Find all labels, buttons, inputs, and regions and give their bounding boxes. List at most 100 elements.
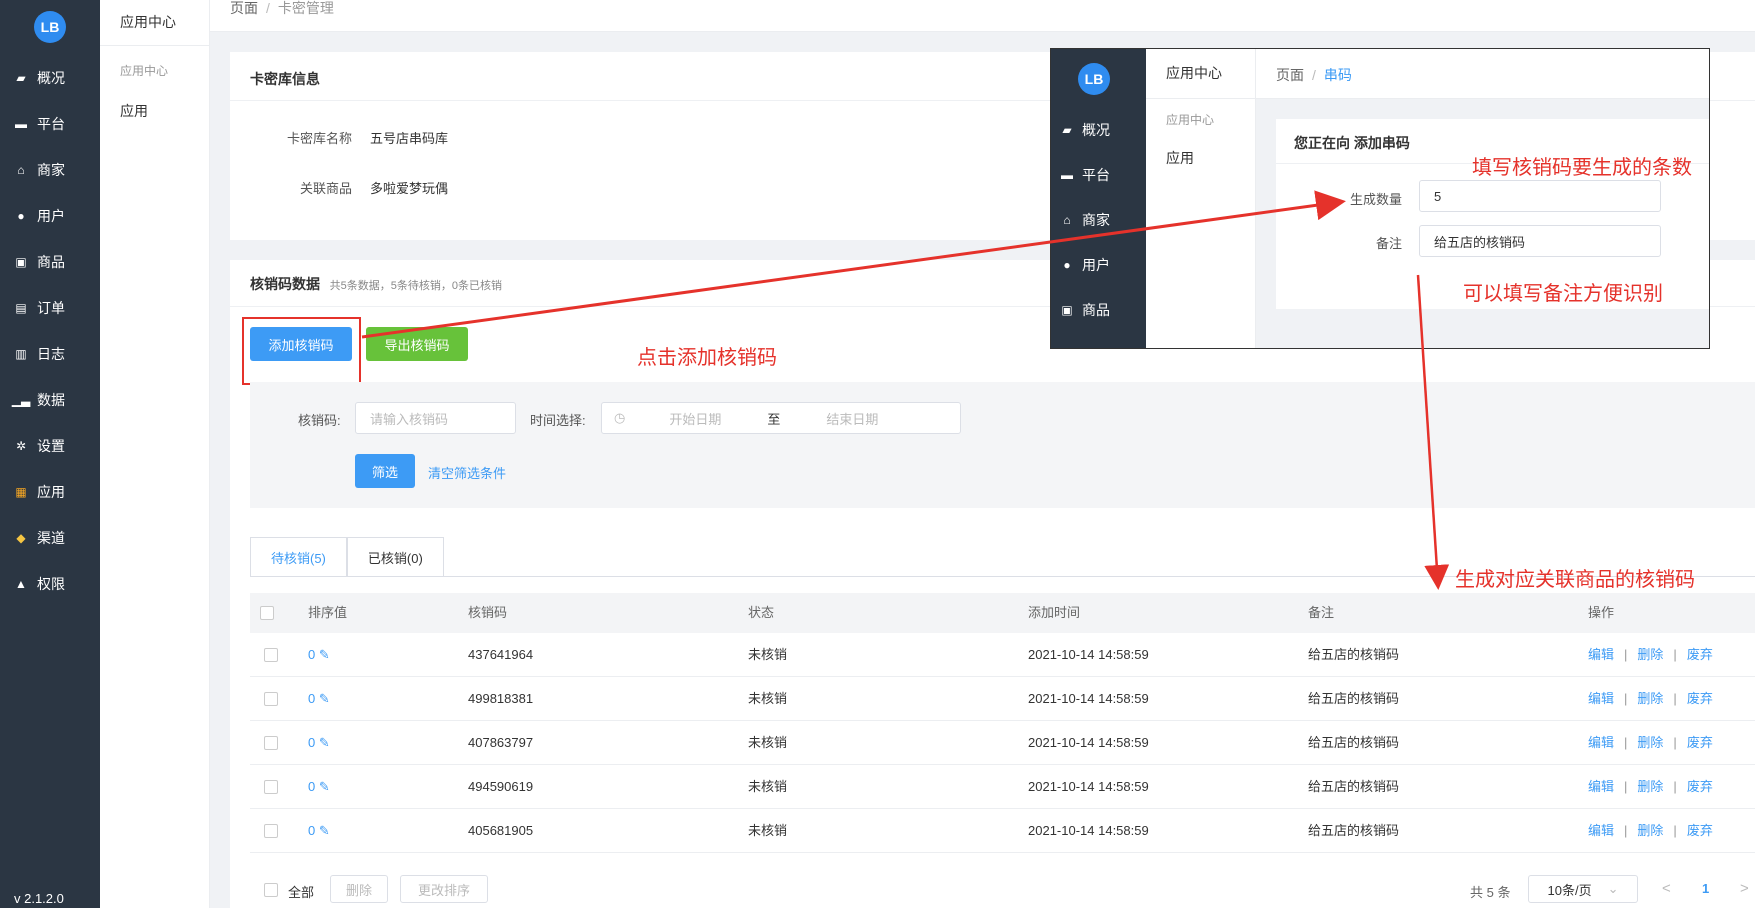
status-cell: 未核销 bbox=[748, 823, 788, 838]
qty-input[interactable]: 5 bbox=[1419, 180, 1661, 212]
annotation-click-add: 点击添加核销码 bbox=[637, 347, 777, 369]
annotation-generate: 生成对应关联商品的核销码 bbox=[1455, 569, 1695, 591]
inset-nav-item[interactable]: ▰ 概况 bbox=[1051, 107, 1146, 152]
sort-value[interactable]: 0 ✎ bbox=[308, 633, 330, 677]
sort-value[interactable]: 0 ✎ bbox=[308, 765, 330, 809]
table-row: 0 ✎ 437641964 未核销 2021-10-14 14:58:59 给五… bbox=[250, 633, 1755, 677]
library-name-value: 五号店串码库 bbox=[370, 131, 449, 146]
export-code-button[interactable]: 导出核销码 bbox=[366, 327, 468, 361]
row-actions: 编辑 | 删除 | 废弃 bbox=[1588, 823, 1713, 838]
code-filter-input[interactable]: 请输入核销码 bbox=[355, 402, 516, 434]
time-cell: 2021-10-14 14:58:59 bbox=[1028, 647, 1149, 662]
nav-item-channel[interactable]: ◆ 渠道 bbox=[0, 515, 100, 561]
row-checkbox[interactable] bbox=[264, 692, 278, 706]
delete-link[interactable]: 删除 bbox=[1637, 647, 1663, 662]
discard-link[interactable]: 废弃 bbox=[1687, 735, 1713, 750]
note-cell: 给五店的核销码 bbox=[1308, 779, 1400, 794]
select-all-checkbox[interactable] bbox=[260, 606, 274, 620]
note-input[interactable]: 给五店的核销码 bbox=[1419, 225, 1661, 257]
discard-link[interactable]: 废弃 bbox=[1687, 823, 1713, 838]
row-checkbox[interactable] bbox=[264, 736, 278, 750]
store-icon: ⌂ bbox=[17, 163, 25, 177]
nav-item-order[interactable]: ▤ 订单 bbox=[0, 285, 100, 331]
code-cell: 499818381 bbox=[468, 691, 534, 706]
nav-item-platform[interactable]: ▬ 平台 bbox=[0, 101, 100, 147]
qty-label: 生成数量 bbox=[1350, 192, 1403, 207]
inset-nav-item[interactable]: ● 用户 bbox=[1051, 242, 1146, 287]
edit-link[interactable]: 编辑 bbox=[1588, 691, 1614, 706]
date-range-input[interactable]: ◷ 开始日期 至 结束日期 bbox=[601, 402, 961, 434]
tab-used[interactable]: 已核销(0) bbox=[346, 537, 444, 577]
data-card-title: 核销码数据 bbox=[250, 276, 320, 292]
nav-item-merchant[interactable]: ⌂ 商家 bbox=[0, 147, 100, 193]
table-row: 0 ✎ 499818381 未核销 2021-10-14 14:58:59 给五… bbox=[250, 677, 1755, 721]
sort-value[interactable]: 0 ✎ bbox=[308, 809, 330, 853]
main-sidebar: LB ▰ 概况 ▬ 平台 ⌂ 商家 ● 用户 ▣ 商品 ▤ 订单 ▥ 日志 ▁▃ 数据 ✲ 设置 … bbox=[0, 0, 100, 908]
nav-item-overview[interactable]: ▰ 概况 bbox=[0, 55, 100, 101]
product-icon: ▣ bbox=[1061, 302, 1073, 317]
row-actions: 编辑 | 删除 | 废弃 bbox=[1588, 735, 1713, 750]
inset-sub-title: 应用中心 bbox=[1146, 49, 1255, 99]
discard-link[interactable]: 废弃 bbox=[1687, 691, 1713, 706]
footer-select-all-checkbox[interactable] bbox=[264, 883, 278, 897]
nav-item-permission[interactable]: ▲ 权限 bbox=[0, 561, 100, 607]
current-page[interactable]: 1 bbox=[1702, 881, 1709, 896]
nav-item-product[interactable]: ▣ 商品 bbox=[0, 239, 100, 285]
sub-sidebar-item-apps[interactable]: 应用 bbox=[100, 101, 209, 121]
change-sort-button[interactable]: 更改排序 bbox=[400, 875, 488, 903]
sort-value[interactable]: 0 ✎ bbox=[308, 721, 330, 765]
select-all-label: 全部 bbox=[288, 885, 315, 900]
chart-icon: ▁▃ bbox=[11, 393, 31, 407]
inset-nav-item[interactable]: ▬ 平台 bbox=[1051, 152, 1146, 197]
batch-delete-button[interactable]: 删除 bbox=[330, 875, 388, 903]
edit-link[interactable]: 编辑 bbox=[1588, 647, 1614, 662]
chevron-down-icon: ⌄ bbox=[1607, 881, 1619, 896]
delete-link[interactable]: 删除 bbox=[1637, 823, 1663, 838]
annotation-highlight-box bbox=[242, 317, 361, 385]
edit-link[interactable]: 编辑 bbox=[1588, 779, 1614, 794]
header-note: 备注 bbox=[1308, 605, 1335, 620]
sub-sidebar-group: 应用中心 bbox=[120, 64, 169, 78]
row-checkbox[interactable] bbox=[264, 780, 278, 794]
nav-item-data[interactable]: ▁▃ 数据 bbox=[0, 377, 100, 423]
inset-top-bar: 页面 / 串码 bbox=[1256, 49, 1709, 99]
discard-link[interactable]: 废弃 bbox=[1687, 779, 1713, 794]
nav-item-log[interactable]: ▥ 日志 bbox=[0, 331, 100, 377]
header-code: 核销码 bbox=[468, 605, 508, 620]
note-cell: 给五店的核销码 bbox=[1308, 647, 1400, 662]
breadcrumb-root[interactable]: 页面 bbox=[230, 0, 258, 16]
delete-link[interactable]: 删除 bbox=[1637, 779, 1663, 794]
inset-sidebar: LB ▰ 概况 ▬ 平台 ⌂ 商家 ● 用户 ▣ 商品 bbox=[1051, 49, 1146, 348]
edit-link[interactable]: 编辑 bbox=[1588, 823, 1614, 838]
edit-pencil-icon[interactable]: ✎ bbox=[319, 691, 330, 706]
nav-item-user[interactable]: ● 用户 bbox=[0, 193, 100, 239]
delete-link[interactable]: 删除 bbox=[1637, 691, 1663, 706]
tab-pending[interactable]: 待核销(5) bbox=[250, 537, 347, 577]
prev-page-button[interactable]: < bbox=[1662, 880, 1671, 897]
inset-sub-item[interactable]: 应用 bbox=[1146, 148, 1255, 168]
monitor-icon: ▬ bbox=[15, 117, 27, 131]
table-row: 0 ✎ 494590619 未核销 2021-10-14 14:58:59 给五… bbox=[250, 765, 1755, 809]
breadcrumb-current: 卡密管理 bbox=[277, 0, 334, 16]
delete-link[interactable]: 删除 bbox=[1637, 735, 1663, 750]
sort-value[interactable]: 0 ✎ bbox=[308, 677, 330, 721]
edit-link[interactable]: 编辑 bbox=[1588, 735, 1614, 750]
page-size-select[interactable]: 10条/页 ⌄ bbox=[1528, 875, 1638, 903]
edit-pencil-icon[interactable]: ✎ bbox=[319, 823, 330, 838]
row-checkbox[interactable] bbox=[264, 824, 278, 838]
edit-pencil-icon[interactable]: ✎ bbox=[319, 647, 330, 662]
filter-button[interactable]: 筛选 bbox=[355, 454, 415, 488]
edit-pencil-icon[interactable]: ✎ bbox=[319, 779, 330, 794]
edit-pencil-icon[interactable]: ✎ bbox=[319, 735, 330, 750]
inset-nav-item[interactable]: ⌂ 商家 bbox=[1051, 197, 1146, 242]
next-page-button[interactable]: > bbox=[1740, 880, 1749, 897]
inset-sub-sidebar: 应用中心 应用中心 应用 bbox=[1146, 49, 1256, 348]
nav-item-apps[interactable]: ▦ 应用 bbox=[0, 469, 100, 515]
row-checkbox[interactable] bbox=[264, 648, 278, 662]
inset-nav-item[interactable]: ▣ 商品 bbox=[1051, 287, 1146, 332]
clear-filter-link[interactable]: 清空筛选条件 bbox=[428, 463, 506, 482]
annotation-fill-count: 填写核销码要生成的条数 bbox=[1472, 157, 1692, 179]
nav-item-settings[interactable]: ✲ 设置 bbox=[0, 423, 100, 469]
status-cell: 未核销 bbox=[748, 735, 788, 750]
discard-link[interactable]: 废弃 bbox=[1687, 647, 1713, 662]
